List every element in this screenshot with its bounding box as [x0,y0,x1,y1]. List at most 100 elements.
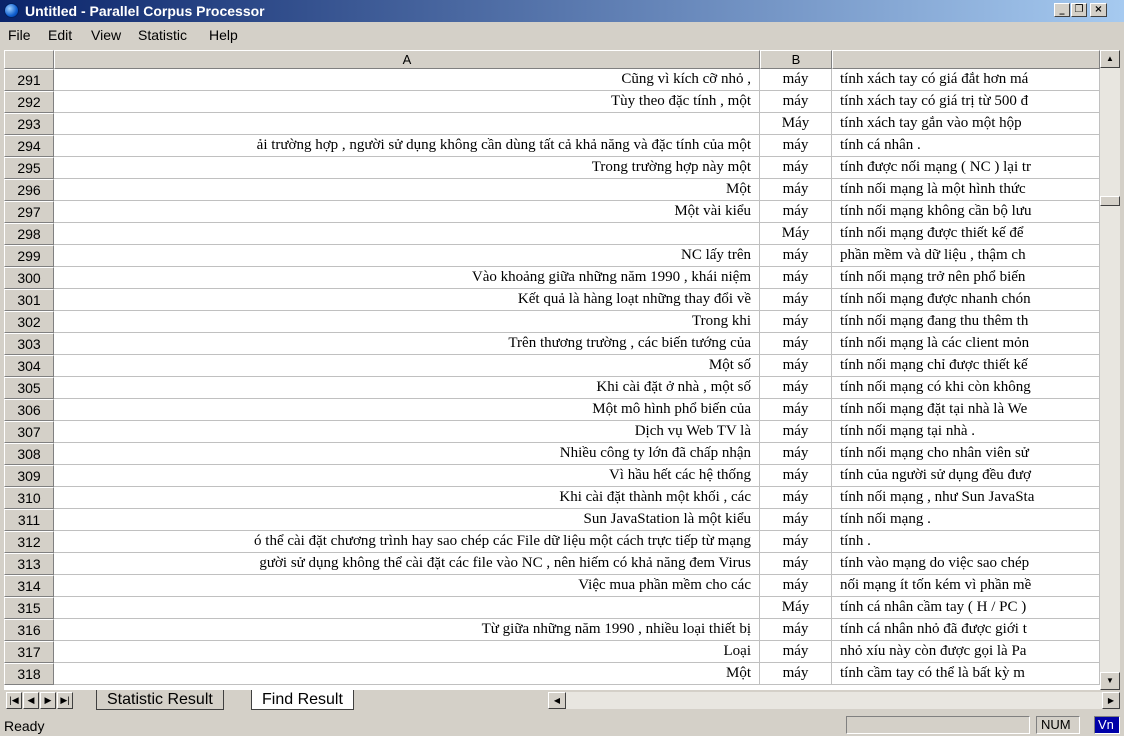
cell-a[interactable]: Một mô hình phổ biến của [54,399,760,421]
cell-b[interactable]: máy [760,575,832,597]
cell-c[interactable]: tính cá nhân cầm tay ( H / PC ) [832,597,1100,619]
table-row[interactable]: 316 Từ giữa những năm 1990 , nhiều loại t… [4,619,1100,641]
cell-b[interactable]: máy [760,399,832,421]
scroll-thumb[interactable] [1100,196,1120,206]
table-row[interactable]: 294 ải trường hợp , người sử dụng không c… [4,135,1100,157]
last-sheet-icon[interactable]: ▶| [57,692,73,709]
cell-a[interactable]: ải trường hợp , người sử dụng không cần … [54,135,760,157]
table-row[interactable]: 304 Một số máy tính nối mạng chỉ được thiết… [4,355,1100,377]
prev-sheet-icon[interactable]: ◀ [23,692,39,709]
app-globe-icon[interactable] [4,3,19,18]
cell-c[interactable]: tính của người sử dụng đều đượ [832,465,1100,487]
horizontal-scrollbar[interactable]: ◀ ▶ [548,692,1120,709]
vertical-scrollbar[interactable]: ▲ ▼ [1100,50,1120,690]
table-row[interactable]: 315 Máy tính cá nhân cầm tay ( H / PC ) [4,597,1100,619]
table-row[interactable]: 305 Khi cài đặt ở nhà , một số máy tính nối… [4,377,1100,399]
cell-c[interactable]: tính nối mạng có khi còn không [832,377,1100,399]
row-number[interactable]: 308 [4,443,54,465]
table-row[interactable]: 312 ó thể cài đặt chương trình hay sao ch… [4,531,1100,553]
cell-b[interactable]: máy [760,487,832,509]
cell-b[interactable]: máy [760,135,832,157]
row-number[interactable]: 310 [4,487,54,509]
cell-c[interactable]: tính cá nhân nhỏ đã được giới t [832,619,1100,641]
cell-b[interactable]: máy [760,201,832,223]
table-row[interactable]: 314 Việc mua phần mềm cho các máy nối mạng … [4,575,1100,597]
menu-edit[interactable]: Edit [48,27,72,43]
cell-c[interactable]: tính nối mạng chỉ được thiết kế [832,355,1100,377]
column-header-c[interactable] [832,50,1100,69]
minimize-button[interactable]: _ [1054,3,1070,17]
table-row[interactable]: 308 Nhiều công ty lớn đã chấp nhận máy tính… [4,443,1100,465]
cell-b[interactable]: máy [760,619,832,641]
cell-b[interactable]: máy [760,311,832,333]
row-number[interactable]: 305 [4,377,54,399]
cell-b[interactable]: máy [760,179,832,201]
table-row[interactable]: 299 NC lấy trên máy phần mềm và dữ liệu , t… [4,245,1100,267]
cell-c[interactable]: tính nối mạng được thiết kế để [832,223,1100,245]
cell-b[interactable]: máy [760,509,832,531]
data-grid[interactable]: A B 291 Cũng vì kích cỡ nhỏ , máy tính xách… [4,50,1120,690]
row-number[interactable]: 312 [4,531,54,553]
cell-c[interactable]: tính . [832,531,1100,553]
cell-a[interactable]: Dịch vụ Web TV là [54,421,760,443]
menu-file[interactable]: File [8,27,31,43]
table-row[interactable]: 291 Cũng vì kích cỡ nhỏ , máy tính xách tay… [4,69,1100,91]
cell-a[interactable]: NC lấy trên [54,245,760,267]
cell-c[interactable]: phần mềm và dữ liệu , thậm ch [832,245,1100,267]
table-row[interactable]: 300 Vào khoảng giữa những năm 1990 , khái… [4,267,1100,289]
cell-c[interactable]: tính nối mạng , như Sun JavaSta [832,487,1100,509]
close-button[interactable]: × [1090,3,1107,17]
cell-a[interactable]: Kết quả là hàng loạt những thay đổi về [54,289,760,311]
cell-b[interactable]: máy [760,465,832,487]
cell-a[interactable]: Khi cài đặt ở nhà , một số [54,377,760,399]
row-number[interactable]: 315 [4,597,54,619]
cell-b[interactable]: máy [760,663,832,685]
cell-b[interactable]: máy [760,355,832,377]
cell-c[interactable]: tính nối mạng . [832,509,1100,531]
cell-b[interactable]: máy [760,443,832,465]
next-sheet-icon[interactable]: ▶ [40,692,56,709]
table-row[interactable]: 313 gười sử dụng không thể cài đặt các fi… [4,553,1100,575]
cell-b[interactable]: Máy [760,223,832,245]
row-number[interactable]: 307 [4,421,54,443]
table-row[interactable]: 310 Khi cài đặt thành một khối , các máy tí… [4,487,1100,509]
cell-a[interactable]: Khi cài đặt thành một khối , các [54,487,760,509]
cell-b[interactable]: máy [760,553,832,575]
row-number[interactable]: 302 [4,311,54,333]
cell-c[interactable]: tính nối mạng được nhanh chón [832,289,1100,311]
row-number[interactable]: 291 [4,69,54,91]
tab-find-result[interactable]: Find Result [251,690,354,710]
first-sheet-icon[interactable]: |◀ [6,692,22,709]
cell-a[interactable]: Loại [54,641,760,663]
row-number[interactable]: 296 [4,179,54,201]
table-row[interactable]: 302 Trong khi máy tính nối mạng đang thu th… [4,311,1100,333]
corner-header[interactable] [4,50,54,69]
cell-a[interactable]: Từ giữa những năm 1990 , nhiều loại thiế… [54,619,760,641]
table-row[interactable]: 297 Một vài kiểu máy tính nối mạng không cầ… [4,201,1100,223]
table-row[interactable]: 303 Trên thương trường , các biến tướng c… [4,333,1100,355]
cell-a[interactable]: Một [54,663,760,685]
cell-b[interactable]: máy [760,69,832,91]
scroll-left-arrow-icon[interactable]: ◀ [548,692,566,709]
status-language-indicator[interactable]: Vn [1094,716,1120,734]
cell-a[interactable]: Vì hầu hết các hệ thống [54,465,760,487]
scroll-down-arrow-icon[interactable]: ▼ [1100,672,1120,690]
cell-b[interactable]: máy [760,289,832,311]
row-number[interactable]: 293 [4,113,54,135]
cell-b[interactable]: máy [760,531,832,553]
cell-c[interactable]: tính cá nhân . [832,135,1100,157]
cell-c[interactable]: tính nối mạng trở nên phổ biến [832,267,1100,289]
cell-a[interactable]: Một vài kiểu [54,201,760,223]
cell-b[interactable]: máy [760,641,832,663]
cell-c[interactable]: tính nối mạng là các client mỏn [832,333,1100,355]
cell-a[interactable]: Một [54,179,760,201]
cell-a[interactable]: Một số [54,355,760,377]
cell-b[interactable]: máy [760,421,832,443]
cell-b[interactable]: máy [760,333,832,355]
restore-button[interactable]: ❐ [1071,3,1087,17]
table-row[interactable]: 318 Một máy tính cầm tay có thể là bất kỳ m [4,663,1100,685]
table-row[interactable]: 311 Sun JavaStation là một kiểu máy tính nố… [4,509,1100,531]
cell-b[interactable]: máy [760,377,832,399]
cell-c[interactable]: tính được nối mạng ( NC ) lại tr [832,157,1100,179]
cell-c[interactable]: tính xách tay có giá trị từ 500 đ [832,91,1100,113]
